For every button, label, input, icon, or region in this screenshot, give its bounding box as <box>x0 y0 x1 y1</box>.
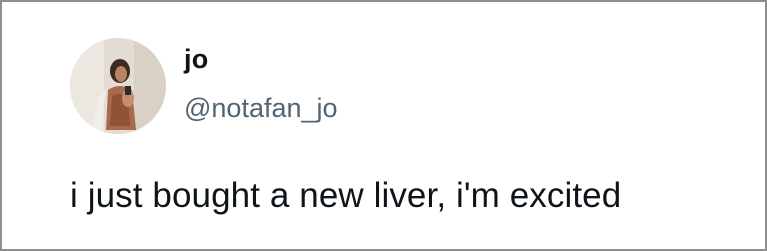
display-name[interactable]: jo <box>184 44 338 74</box>
user-handle[interactable]: @notafan_jo <box>184 93 338 123</box>
tweet-card: jo @notafan_jo i just bought a new liver… <box>0 0 767 251</box>
tweet-header: jo @notafan_jo <box>70 38 338 134</box>
author-block: jo @notafan_jo <box>184 38 338 123</box>
profile-photo-icon <box>70 38 166 134</box>
tweet-text: i just bought a new liver, i'm excited <box>70 176 622 215</box>
avatar[interactable] <box>70 38 166 134</box>
